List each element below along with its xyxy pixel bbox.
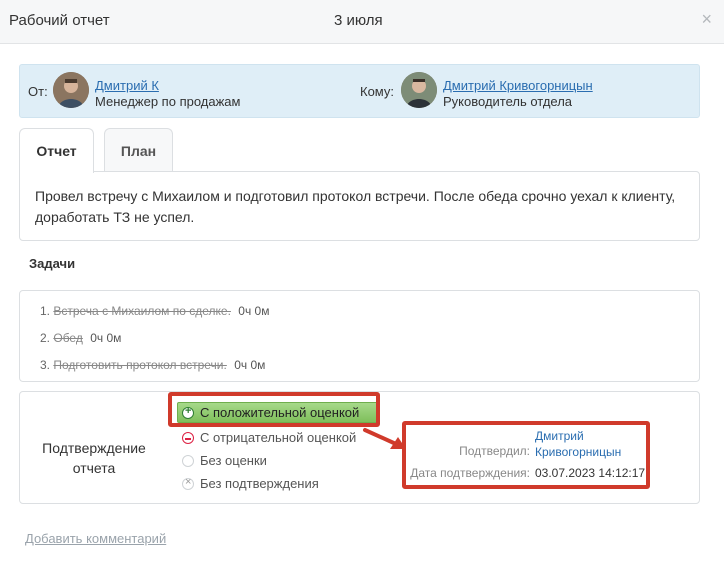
minus-circle-icon <box>182 432 194 444</box>
confirmation-date-value: 03.07.2023 14:12:17 <box>535 466 646 480</box>
add-comment-link[interactable]: Добавить комментарий <box>25 531 166 546</box>
list-item: 2. Обед 0ч 0м <box>40 331 121 345</box>
to-label: Кому: <box>360 84 394 99</box>
from-role: Менеджер по продажам <box>95 94 241 109</box>
avatar[interactable] <box>401 72 437 108</box>
confirmation-info: Дмитрий Кривогорницын Подтвердил: Дата п… <box>404 422 648 486</box>
people-panel: От: Дмитрий К Менеджер по продажам Кому: <box>19 64 700 118</box>
from-label: От: <box>28 84 48 99</box>
task-duration: 0ч 0м <box>90 331 122 345</box>
report-date: 3 июля <box>334 12 383 29</box>
tab-report[interactable]: Отчет <box>19 128 94 173</box>
list-item: 3. Подготовить протокол встречи. 0ч 0м <box>40 358 265 372</box>
to-name-link[interactable]: Дмитрий Кривогорницын <box>443 78 593 93</box>
confirmer-name-line: Дмитрий <box>535 429 584 443</box>
dialog-title: Рабочий отчет <box>9 12 110 29</box>
from-name-link[interactable]: Дмитрий К <box>95 78 159 93</box>
option-negative[interactable]: С отрицательной оценкой <box>182 430 356 445</box>
task-duration: 0ч 0м <box>234 358 266 372</box>
list-item: 1. Встреча с Михаилом по сделке. 0ч 0м <box>40 304 269 318</box>
task-duration: 0ч 0м <box>238 304 270 318</box>
tab-plan[interactable]: План <box>104 128 173 172</box>
confirmed-by-label: Подтвердил: <box>459 444 530 458</box>
empty-radio-icon <box>182 455 194 467</box>
report-panel: Провел встречу с Михаилом и подготовил п… <box>19 171 700 241</box>
confirmer-name-line: Кривогорницын <box>535 445 622 459</box>
confirmation-date-label: Дата подтверждения: <box>410 466 530 480</box>
confirmer-name[interactable]: Дмитрий Кривогорницын <box>535 428 621 460</box>
close-icon[interactable]: × <box>701 9 712 30</box>
to-person: Кому: Дмитрий Кривогорницын Руководитель… <box>360 72 690 112</box>
task-number: 1. <box>40 304 51 318</box>
option-no-confirmation[interactable]: Без подтверждения <box>182 476 319 491</box>
option-label: Без подтверждения <box>200 476 319 491</box>
highlight-frame <box>168 392 380 427</box>
avatar[interactable] <box>53 72 89 108</box>
task-text: Встреча с Михаилом по сделке. <box>53 304 231 318</box>
option-label: Без оценки <box>200 453 267 468</box>
title-bar: Рабочий отчет 3 июля × <box>0 0 724 44</box>
from-person: От: Дмитрий К Менеджер по продажам <box>28 72 328 112</box>
to-role: Руководитель отдела <box>443 94 573 109</box>
tasks-heading: Задачи <box>29 256 76 271</box>
task-text: Обед <box>53 331 83 345</box>
x-circle-icon <box>182 476 194 490</box>
task-number: 3. <box>40 358 51 372</box>
confirmation-label: Подтверждение отчета <box>42 440 146 476</box>
option-label: С отрицательной оценкой <box>200 430 357 445</box>
task-text: Подготовить протокол встречи. <box>53 358 227 372</box>
task-number: 2. <box>40 331 51 345</box>
tasks-list: 1. Встреча с Михаилом по сделке. 0ч 0м 2… <box>19 290 700 382</box>
work-report-dialog: Рабочий отчет 3 июля × От: Дмитрий К Мен… <box>0 0 724 567</box>
option-no-rating[interactable]: Без оценки <box>182 453 267 468</box>
report-text: Провел встречу с Михаилом и подготовил п… <box>35 188 676 225</box>
